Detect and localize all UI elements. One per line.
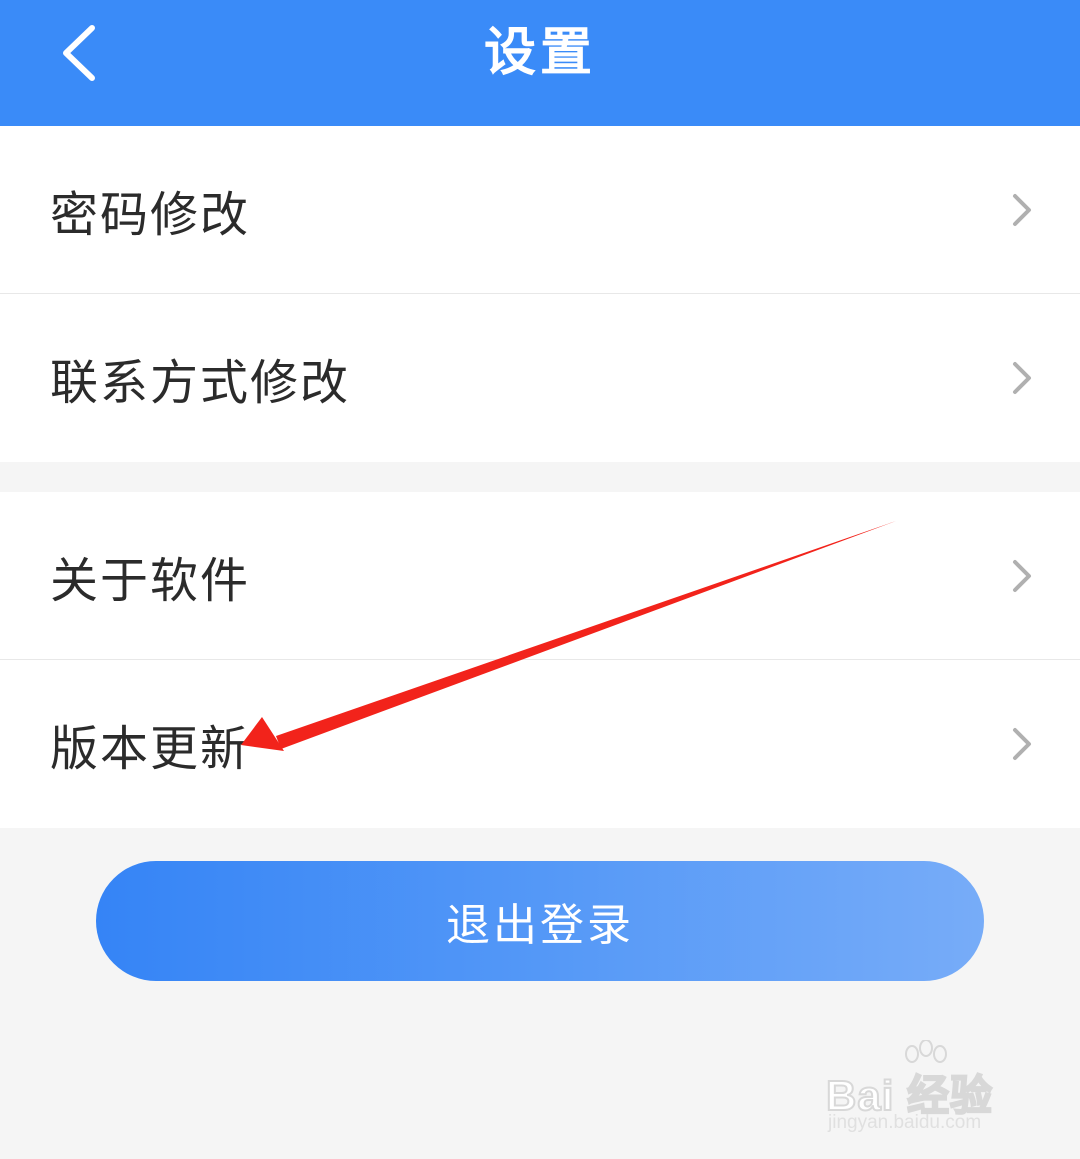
settings-item-change-contact[interactable]: 联系方式修改	[0, 293, 1080, 462]
settings-item-label: 版本更新	[50, 721, 251, 777]
settings-item-change-password[interactable]: 密码修改	[0, 126, 1080, 293]
page-title: 设置	[483, 23, 596, 83]
chevron-right-icon	[1013, 362, 1031, 394]
chevron-right-icon	[1013, 559, 1031, 592]
chevron-right-icon	[1013, 193, 1031, 226]
settings-item-label: 关于软件	[50, 552, 251, 609]
settings-item-label: 密码修改	[50, 186, 251, 243]
watermark-url: jingyan.baidu.com	[828, 1112, 982, 1133]
settings-item-version-update[interactable]: 版本更新	[0, 659, 1080, 828]
logout-button[interactable]: 退出登录	[96, 861, 984, 981]
settings-group-account: 密码修改 联系方式修改	[0, 126, 1080, 462]
baidu-jingyan-watermark: Bai 经验 jingyan.baidu.com	[825, 1040, 1026, 1140]
chevron-right-icon	[1013, 728, 1031, 760]
settings-group-about: 关于软件 版本更新	[0, 492, 1080, 828]
settings-item-about-software[interactable]: 关于软件	[0, 492, 1080, 659]
app-header: 设置	[0, 0, 1080, 126]
settings-item-label: 联系方式修改	[50, 355, 351, 411]
